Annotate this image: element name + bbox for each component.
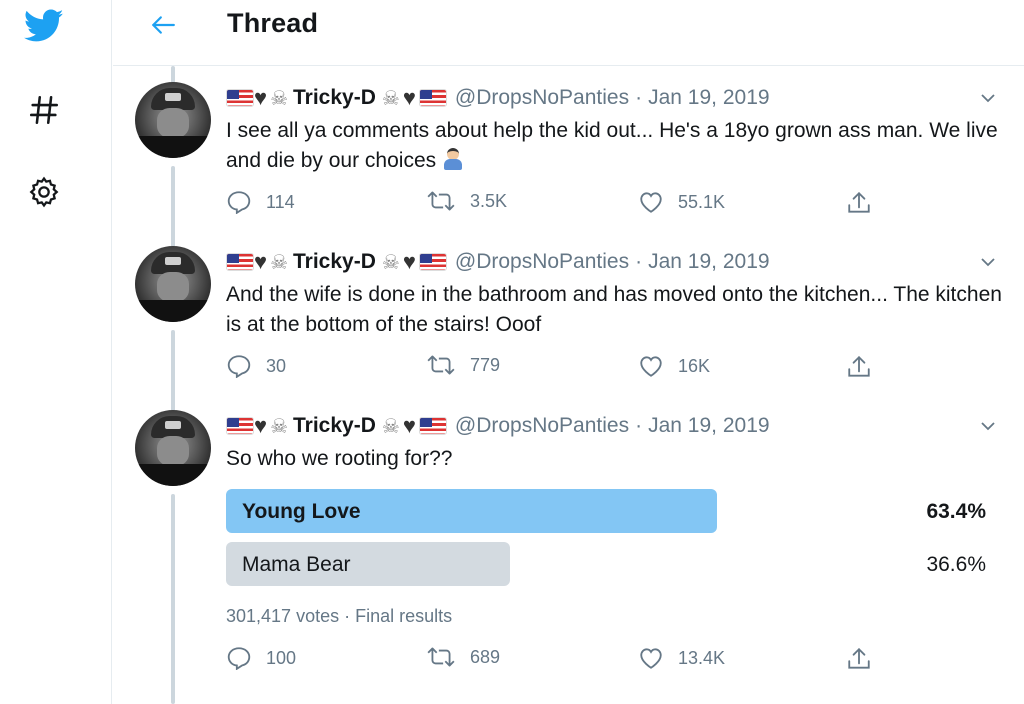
- handle[interactable]: @DropsNoPanties: [455, 86, 629, 110]
- display-name[interactable]: Tricky-D: [293, 250, 376, 274]
- us-flag-emoji: [418, 417, 447, 435]
- like-count: 16K: [678, 355, 711, 376]
- retweet-count: 3.5K: [470, 190, 508, 211]
- back-button[interactable]: [143, 9, 183, 41]
- reply-count: 30: [266, 355, 287, 376]
- tweet-date[interactable]: Jan 19, 2019: [648, 414, 769, 438]
- tweet-text: And the wife is done in the bathroom and…: [226, 283, 1002, 336]
- poll-option: Mama Bear 36.6%: [226, 542, 986, 586]
- display-name[interactable]: Tricky-D: [293, 86, 376, 110]
- tweet-header: ♥ ☠ Tricky-D ☠ ♥ @DropsNoPanties · Jan 1…: [226, 412, 770, 440]
- tweet-date[interactable]: Jan 19, 2019: [648, 250, 769, 274]
- black-heart-emoji: ♥: [254, 413, 268, 438]
- avatar[interactable]: [135, 246, 211, 322]
- retweet-button[interactable]: 779: [426, 354, 500, 376]
- us-flag-emoji: [226, 89, 254, 107]
- reply-icon: [227, 647, 251, 670]
- us-flag-emoji: [226, 253, 254, 271]
- share-button[interactable]: [846, 354, 872, 380]
- avatar[interactable]: [135, 82, 211, 158]
- reply-count: 114: [266, 191, 295, 212]
- tweet[interactable]: ♥ ☠ Tricky-D ☠ ♥ @DropsNoPanties · Jan 1…: [113, 230, 1024, 394]
- tweet-text: So who we rooting for??: [226, 447, 453, 470]
- man-shrugging-emoji: [442, 148, 464, 170]
- tweet-text: I see all ya comments about help the kid…: [226, 116, 1006, 176]
- back-arrow-icon: [152, 16, 175, 34]
- black-heart-emoji: ♥: [402, 85, 416, 110]
- tweet-menu-chevron-icon[interactable]: [976, 250, 1000, 274]
- separator-dot: ·: [635, 86, 643, 109]
- settings-gear-icon[interactable]: [22, 170, 66, 214]
- black-heart-emoji: ♥: [254, 85, 268, 110]
- retweet-icon: [427, 191, 455, 211]
- like-count: 55.1K: [678, 191, 726, 212]
- reply-button[interactable]: 30: [226, 354, 286, 378]
- tweet-actions: 30 779 16K: [226, 354, 986, 384]
- poll-option: Young Love 63.4%: [226, 489, 986, 533]
- retweet-button[interactable]: 3.5K: [426, 190, 507, 212]
- separator-dot: ·: [635, 250, 643, 273]
- share-icon: [848, 191, 870, 213]
- reply-button[interactable]: 100: [226, 646, 296, 670]
- retweet-count: 689: [470, 646, 501, 667]
- us-flag-emoji: [418, 253, 447, 271]
- tweet-text-content: I see all ya comments about help the kid…: [226, 119, 998, 172]
- share-icon: [848, 647, 870, 669]
- tweet-actions: 114 3.5K 55.1K: [226, 190, 986, 220]
- handle[interactable]: @DropsNoPanties: [455, 250, 629, 274]
- retweet-icon: [427, 647, 455, 667]
- skull-crossbones-emoji: ☠: [270, 87, 288, 110]
- black-heart-emoji: ♥: [402, 413, 416, 438]
- heart-icon: [640, 192, 662, 213]
- us-flag-emoji: [418, 89, 447, 107]
- page-title: Thread: [227, 8, 319, 38]
- poll-results-meta: 301,417 votes · Final results: [226, 606, 453, 626]
- reply-count: 100: [266, 647, 297, 668]
- sidebar: [0, 0, 112, 704]
- us-flag-emoji: [226, 417, 254, 435]
- skull-crossbones-emoji: ☠: [381, 415, 400, 438]
- tweet-menu-chevron-icon[interactable]: [976, 86, 1000, 110]
- main-column: Thread ♥ ☠ Tricky-D ☠ ♥ @DropsNoPanties …: [113, 0, 1024, 704]
- separator-dot: ·: [635, 414, 643, 437]
- black-heart-emoji: ♥: [402, 249, 416, 274]
- tweet[interactable]: ♥ ☠ Tricky-D ☠ ♥ @DropsNoPanties · Jan 1…: [113, 394, 1024, 704]
- tweet-header: ♥ ☠ Tricky-D ☠ ♥ @DropsNoPanties · Jan 1…: [226, 84, 770, 112]
- poll-option-percent: 36.6%: [926, 553, 986, 576]
- like-button[interactable]: 13.4K: [638, 646, 725, 670]
- tweet-header: ♥ ☠ Tricky-D ☠ ♥ @DropsNoPanties · Jan 1…: [226, 248, 770, 276]
- tweet-menu-chevron-icon[interactable]: [976, 414, 1000, 438]
- avatar[interactable]: [135, 410, 211, 486]
- black-heart-emoji: ♥: [254, 249, 268, 274]
- poll-option-percent: 63.4%: [926, 500, 986, 523]
- skull-crossbones-emoji: ☠: [270, 415, 288, 438]
- share-button[interactable]: [846, 190, 872, 216]
- reply-icon: [227, 355, 251, 378]
- retweet-count: 779: [470, 354, 501, 375]
- reply-button[interactable]: 114: [226, 190, 295, 214]
- heart-icon: [640, 356, 662, 377]
- skull-crossbones-emoji: ☠: [381, 251, 400, 274]
- tweet-date[interactable]: Jan 19, 2019: [648, 86, 769, 110]
- share-button[interactable]: [846, 646, 872, 672]
- retweet-icon: [427, 355, 455, 375]
- display-name[interactable]: Tricky-D: [293, 414, 376, 438]
- retweet-button[interactable]: 689: [426, 646, 500, 668]
- explore-hashtag-icon[interactable]: [22, 88, 66, 132]
- poll-option-label: Mama Bear: [242, 553, 351, 576]
- share-icon: [848, 355, 870, 377]
- like-button[interactable]: 16K: [638, 354, 710, 378]
- like-count: 13.4K: [678, 647, 726, 668]
- poll-option-label: Young Love: [242, 500, 361, 523]
- tweet[interactable]: ♥ ☠ Tricky-D ☠ ♥ @DropsNoPanties · Jan 1…: [113, 66, 1024, 230]
- skull-crossbones-emoji: ☠: [270, 251, 288, 274]
- twitter-bird-icon[interactable]: [22, 4, 66, 48]
- skull-crossbones-emoji: ☠: [381, 87, 400, 110]
- page-header: Thread: [113, 0, 1024, 66]
- heart-icon: [640, 648, 662, 669]
- reply-icon: [227, 191, 251, 214]
- like-button[interactable]: 55.1K: [638, 190, 725, 214]
- handle[interactable]: @DropsNoPanties: [455, 414, 629, 438]
- tweet-actions: 100 689 13.4K: [226, 646, 986, 676]
